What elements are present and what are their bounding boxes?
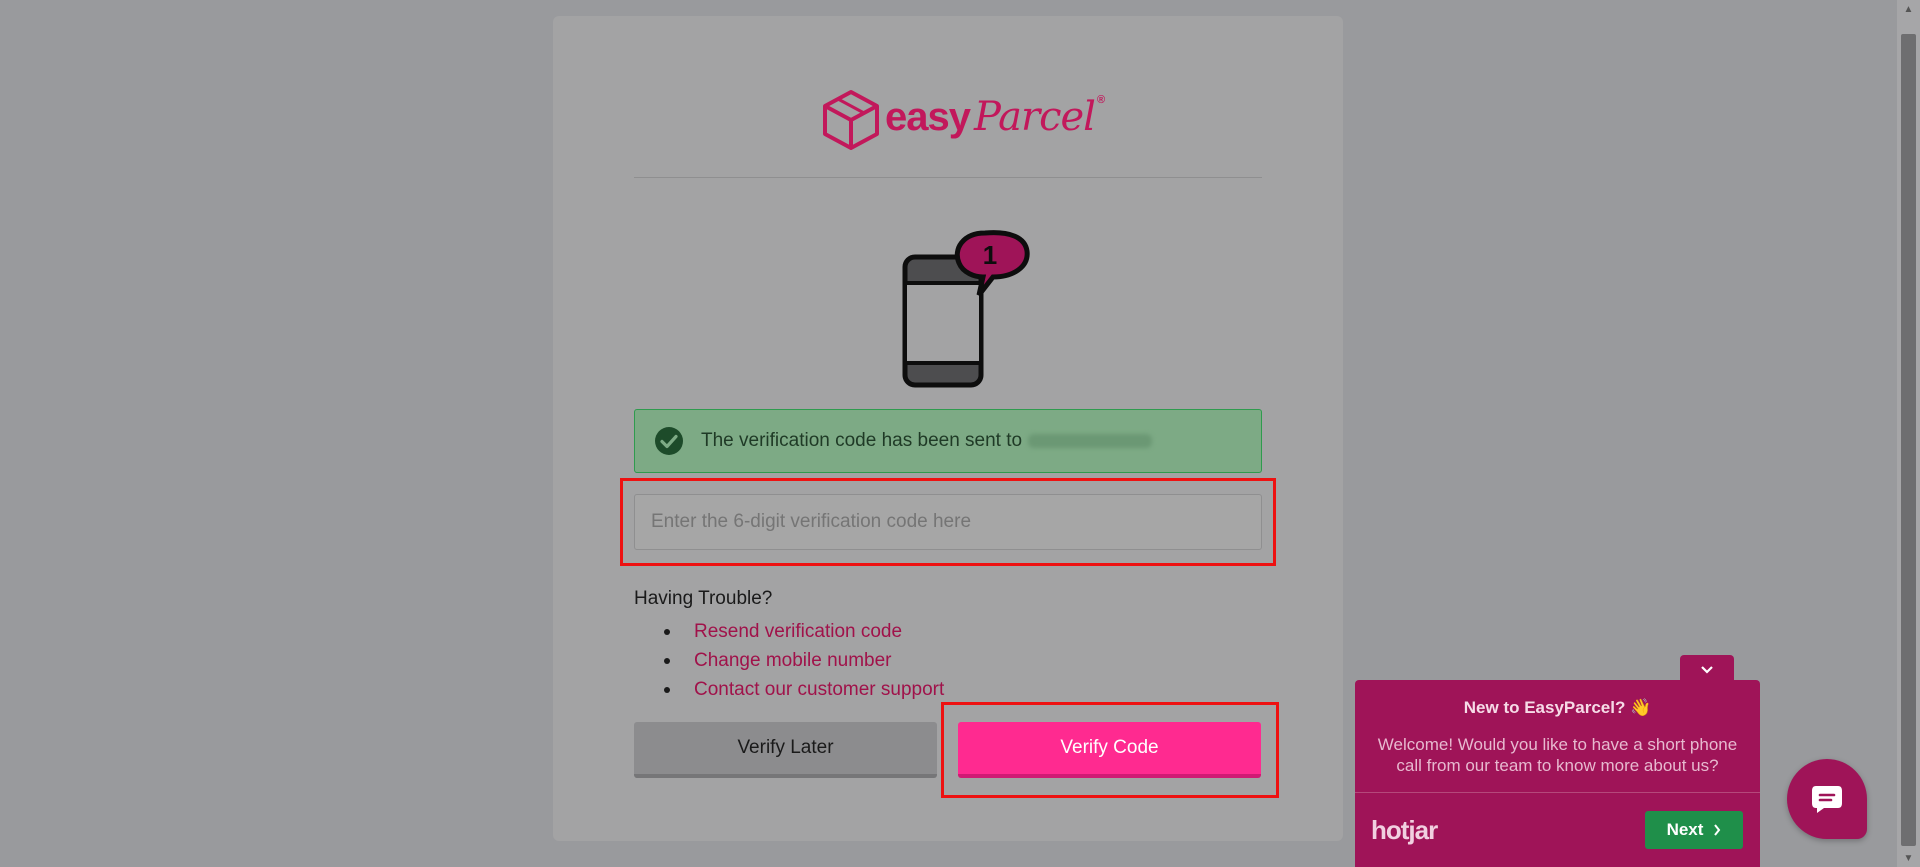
check-circle-icon	[655, 427, 683, 455]
verify-code-button[interactable]: Verify Code	[958, 722, 1261, 778]
hotjar-next-label: Next	[1666, 820, 1704, 839]
logo-text-easy: easy	[885, 95, 971, 139]
scroll-down-arrow-icon[interactable]: ▼	[1897, 849, 1920, 867]
hotjar-next-button[interactable]: Next	[1645, 811, 1743, 849]
easyparcel-logo: easy Parcel ®	[821, 78, 1105, 162]
resend-code-link[interactable]: Resend verification code	[634, 617, 944, 646]
alert-message: The verification code has been sent to	[701, 430, 1023, 451]
verification-code-input[interactable]	[634, 494, 1262, 550]
chat-launcher-button[interactable]	[1787, 759, 1867, 839]
contact-support-link[interactable]: Contact our customer support	[634, 675, 944, 704]
verification-card: easy Parcel ® 1 The verification code has …	[553, 16, 1343, 841]
scroll-thumb[interactable]	[1901, 34, 1916, 846]
hotjar-separator	[1355, 792, 1760, 793]
hotjar-title: New to EasyParcel? 👋	[1463, 698, 1652, 717]
chevron-down-icon	[1701, 666, 1713, 674]
chat-bubble-icon	[1812, 786, 1842, 813]
trouble-heading: Having Trouble?	[634, 588, 773, 609]
hotjar-logo: hotjar	[1371, 815, 1438, 845]
redacted-phone-number	[1028, 434, 1153, 448]
phone-notification-illustration: 1	[902, 230, 1030, 388]
header-divider	[634, 177, 1262, 178]
chevron-right-icon	[1714, 824, 1721, 836]
parcel-box-icon	[823, 90, 879, 150]
change-mobile-link[interactable]: Change mobile number	[634, 646, 944, 675]
success-alert: The verification code has been sent to	[634, 409, 1262, 473]
verify-later-button[interactable]: Verify Later	[634, 722, 937, 778]
scroll-up-arrow-icon[interactable]: ▲	[1897, 0, 1920, 18]
trouble-links: Resend verification code Change mobile n…	[634, 617, 944, 704]
logo-text-parcel: Parcel	[973, 94, 1096, 140]
page-scrollbar[interactable]: ▲ ▼	[1897, 0, 1920, 867]
registered-mark: ®	[1096, 94, 1105, 106]
hotjar-message: Welcome! Would you like to have a short …	[1377, 735, 1738, 775]
hotjar-survey-panel: New to EasyParcel? 👋 Welcome! Would you …	[1355, 680, 1760, 867]
notification-badge-count: 1	[983, 240, 997, 270]
